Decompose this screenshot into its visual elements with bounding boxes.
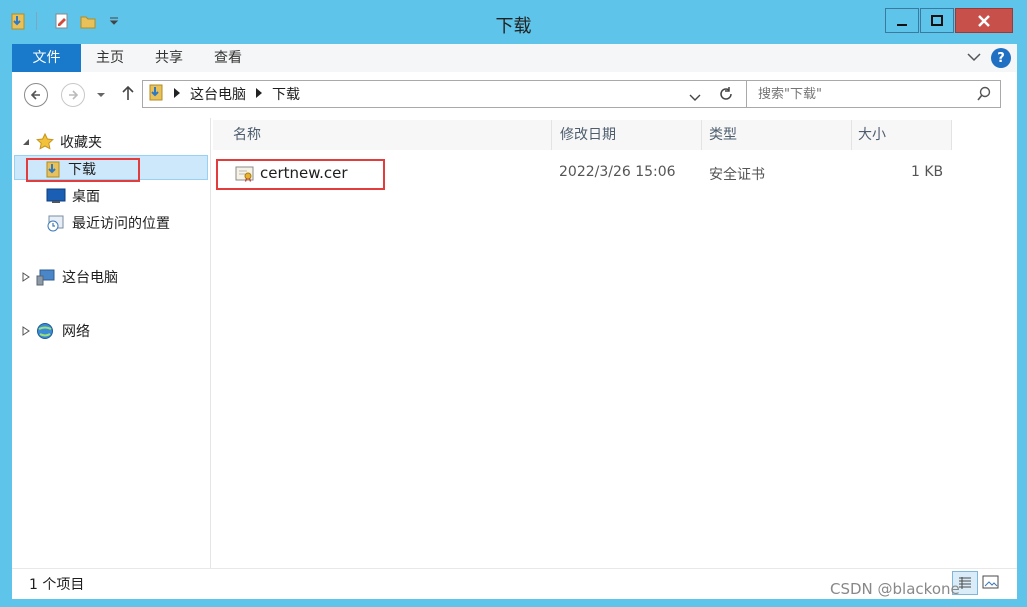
file-list-pane: 名称 修改日期 类型 大小 certnew.cer 2022/3/26 15:0…	[211, 118, 1017, 568]
column-header-name[interactable]: 名称	[212, 120, 552, 150]
expand-arrow-icon[interactable]	[22, 272, 30, 282]
watermark: CSDN @blackone	[830, 580, 960, 598]
search-icon[interactable]	[976, 86, 992, 106]
this-pc-label: 这台电脑	[62, 270, 118, 286]
file-highlight-box	[216, 159, 385, 190]
help-icon[interactable]: ?	[991, 48, 1011, 68]
minimize-button[interactable]	[885, 8, 919, 33]
up-arrow-icon[interactable]	[121, 85, 135, 105]
refresh-icon[interactable]	[718, 86, 734, 106]
tab-share[interactable]: 共享	[155, 44, 183, 72]
address-bar[interactable]: 这台电脑 下载	[142, 80, 747, 108]
favorites-label: 收藏夹	[60, 135, 102, 151]
maximize-icon	[931, 14, 943, 26]
column-header-modified[interactable]: 修改日期	[552, 120, 702, 150]
tab-home[interactable]: 主页	[96, 44, 124, 72]
column-header-size[interactable]: 大小	[852, 120, 952, 150]
forward-button[interactable]	[61, 83, 85, 107]
ribbon-controls: ?	[967, 48, 1011, 68]
back-button[interactable]	[24, 83, 48, 107]
file-type: 安全证书	[709, 167, 765, 183]
file-modified: 2022/3/26 15:06	[559, 164, 676, 180]
breadcrumb-downloads[interactable]: 下载	[272, 84, 300, 104]
network-globe-icon	[37, 323, 53, 339]
breadcrumb-separator-icon[interactable]	[174, 86, 180, 102]
navigation-pane: 收藏夹 下载 桌面 最近访问的位置 这台电脑 网络	[12, 118, 211, 568]
close-icon	[978, 14, 990, 27]
ribbon-tabs: 文件 主页 共享 查看 ?	[12, 44, 1017, 72]
star-icon	[36, 133, 54, 150]
item-count: 1 个项目	[29, 577, 85, 593]
minimize-icon	[897, 23, 907, 26]
large-icons-view-icon	[982, 575, 999, 589]
address-dropdown-icon[interactable]	[689, 90, 701, 106]
collapse-arrow-icon[interactable]	[22, 138, 30, 146]
address-folder-icon	[149, 83, 165, 105]
title-bar[interactable]: 下载	[0, 0, 1027, 44]
sidebar-item-label: 最近访问的位置	[72, 216, 170, 232]
downloads-highlight-box	[26, 158, 140, 182]
sidebar-item-label: 桌面	[72, 189, 100, 205]
expand-arrow-icon[interactable]	[22, 326, 30, 336]
recent-places-icon	[47, 215, 64, 232]
back-arrow-icon	[30, 90, 40, 100]
sidebar-item-recent-places[interactable]: 最近访问的位置	[46, 213, 170, 233]
this-pc-node[interactable]: 这台电脑	[22, 267, 118, 287]
search-box[interactable]	[746, 80, 1001, 108]
column-header-type[interactable]: 类型	[702, 120, 852, 150]
expand-ribbon-icon[interactable]	[967, 50, 981, 66]
window-title: 下载	[495, 16, 532, 37]
forward-arrow-icon	[69, 90, 79, 100]
sidebar-item-desktop[interactable]: 桌面	[46, 186, 100, 206]
explorer-window: 下载 文件 主页 共享 查看 ? 这台电脑 下载 搜索"下载" 收藏夹 下载 桌…	[0, 0, 1027, 607]
network-label: 网络	[62, 324, 90, 340]
network-node[interactable]: 网络	[22, 321, 90, 341]
breadcrumb-this-pc[interactable]: 这台电脑	[190, 84, 246, 104]
favorites-node[interactable]: 收藏夹	[22, 132, 102, 152]
breadcrumb-separator-icon[interactable]	[256, 86, 262, 102]
desktop-icon	[46, 188, 66, 203]
navigation-bar: 这台电脑 下载	[12, 72, 1017, 119]
tab-view[interactable]: 查看	[214, 44, 242, 72]
large-icons-view-button[interactable]	[982, 574, 1000, 594]
close-button[interactable]	[955, 8, 1013, 33]
file-size: 1 KB	[911, 164, 944, 180]
tab-file[interactable]: 文件	[12, 44, 81, 72]
recent-locations-icon[interactable]	[96, 88, 106, 104]
maximize-button[interactable]	[920, 8, 954, 33]
computer-icon	[36, 269, 55, 286]
search-input[interactable]	[756, 86, 970, 103]
